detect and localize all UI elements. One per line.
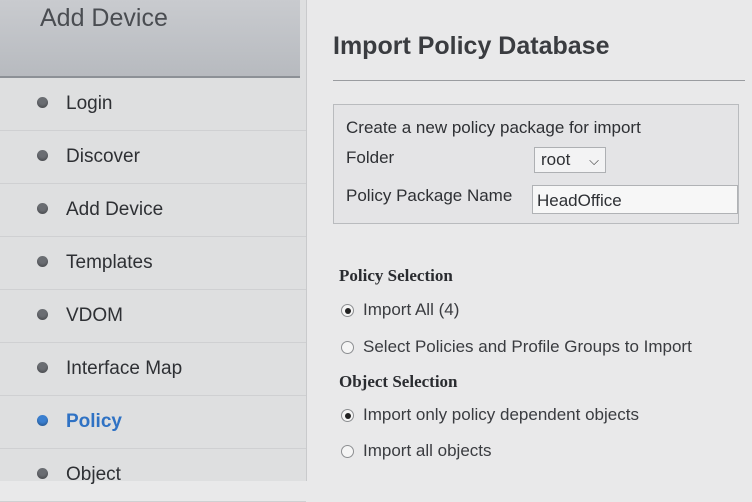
step-dot-icon (37, 309, 48, 320)
step-dot-icon (37, 468, 48, 479)
package-name-input[interactable] (532, 185, 738, 214)
step-dot-icon (37, 415, 48, 426)
package-name-label: Policy Package Name (346, 186, 513, 205)
folder-select[interactable]: root ⌵ (534, 147, 606, 173)
new-package-panel: Create a new policy package for import F… (333, 104, 739, 224)
radio-label: Import only policy dependent objects (363, 405, 639, 424)
radio-label: Import All (4) (363, 300, 460, 319)
sidebar-item-discover[interactable]: Discover (0, 131, 306, 184)
sidebar-item-label: Object (66, 464, 121, 485)
radio-label: Select Policies and Profile Groups to Im… (363, 337, 692, 356)
radio-label: Import all objects (363, 441, 492, 460)
sidebar-item-object[interactable]: Object (0, 449, 306, 502)
chevron-down-icon: ⌵ (589, 153, 599, 168)
radio-unselected-icon (341, 445, 354, 458)
panel-heading: Create a new policy package for import (346, 118, 641, 137)
sidebar-item-vdom[interactable]: VDOM (0, 290, 306, 343)
sidebar: Add Device Login Discover Add Device Tem… (0, 0, 307, 502)
page-title: Import Policy Database (333, 32, 610, 60)
step-dot-icon (37, 362, 48, 373)
step-dot-icon (37, 150, 48, 161)
folder-label: Folder (346, 148, 395, 167)
step-dot-icon (37, 203, 48, 214)
radio-selected-icon (341, 304, 354, 317)
policy-selection-heading: Policy Selection (339, 266, 453, 285)
sidebar-item-label: VDOM (66, 305, 123, 326)
sidebar-item-templates[interactable]: Templates (0, 237, 306, 290)
sidebar-item-policy[interactable]: Policy (0, 396, 306, 449)
object-selection-heading: Object Selection (339, 372, 458, 391)
radio-selected-icon (341, 409, 354, 422)
step-dot-icon (37, 256, 48, 267)
sidebar-item-login[interactable]: Login (0, 78, 306, 131)
sidebar-title: Add Device (40, 4, 168, 32)
sidebar-item-interface-map[interactable]: Interface Map (0, 343, 306, 396)
sidebar-item-label: Templates (66, 252, 153, 273)
wizard-steps: Login Discover Add Device Templates VDOM… (0, 78, 306, 502)
sidebar-item-label: Policy (66, 411, 122, 432)
sidebar-item-label: Discover (66, 146, 140, 167)
folder-select-value: root (541, 150, 571, 169)
radio-unselected-icon (341, 341, 354, 354)
sidebar-item-label: Interface Map (66, 358, 183, 379)
sidebar-item-label: Login (66, 93, 113, 114)
sidebar-item-add-device[interactable]: Add Device (0, 184, 306, 237)
sidebar-header: Add Device (0, 0, 300, 78)
title-divider (333, 80, 745, 81)
main-content: Import Policy Database Create a new poli… (307, 0, 752, 481)
step-dot-icon (37, 97, 48, 108)
sidebar-item-label: Add Device (66, 199, 164, 220)
